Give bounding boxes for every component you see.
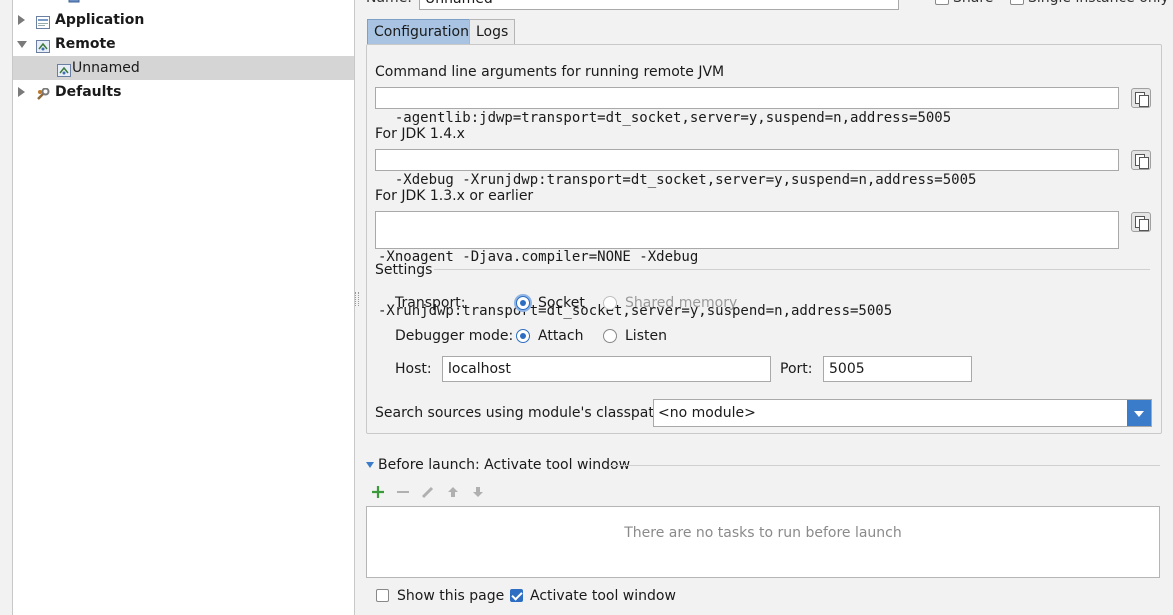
before-launch-task-list[interactable]: There are no tasks to run before launch [366, 506, 1160, 578]
cmd-args-label: Command line arguments for running remot… [375, 64, 725, 80]
tree-item-defaults[interactable]: Defaults [13, 80, 354, 104]
tab-label: Configuration [374, 24, 469, 40]
transport-shared-memory-label: Shared memory [625, 295, 738, 311]
plus-icon [372, 486, 384, 498]
debugger-mode-label: Debugger mode: [395, 328, 514, 344]
transport-socket-radio[interactable] [516, 296, 530, 310]
share-label: Share [953, 0, 993, 8]
add-task-button[interactable] [370, 484, 386, 500]
transport-socket-label: Socket [538, 295, 585, 311]
single-instance-checkbox[interactable] [1010, 0, 1024, 5]
panel-splitter[interactable] [353, 0, 365, 615]
arrow-up-icon [448, 487, 458, 497]
remote-icon [36, 37, 50, 53]
arrow-down-icon [473, 487, 483, 497]
expand-arrow-icon[interactable] [18, 87, 25, 97]
chevron-down-icon[interactable] [1127, 400, 1151, 426]
tab-label: Logs [476, 24, 509, 40]
cmd-args-value: -agentlib:jdwp=transport=dt_socket,serve… [394, 110, 952, 126]
transport-label: Transport: [395, 295, 466, 311]
jdk14-value: -Xdebug -Xrunjdwp:transport=dt_socket,se… [394, 172, 977, 188]
host-value: localhost [448, 361, 511, 377]
tree-item-label: Defaults [55, 84, 122, 100]
settings-title: Settings [375, 262, 433, 278]
single-instance-label: Single instance only [1028, 0, 1169, 8]
move-up-button[interactable] [445, 484, 461, 500]
application-icon [36, 13, 50, 29]
partial-top-icon [68, 0, 82, 3]
before-launch-divider [609, 465, 1160, 466]
pencil-icon [421, 486, 434, 499]
host-label: Host: [395, 361, 432, 377]
move-down-button[interactable] [470, 484, 486, 500]
jdk13-line1: -Xnoagent -Djava.compiler=NONE -Xdebug [378, 249, 699, 265]
splitter-grip-icon[interactable] [355, 292, 359, 306]
remote-config-icon [57, 61, 71, 77]
port-label: Port: [780, 361, 813, 377]
expand-arrow-icon[interactable] [18, 15, 25, 25]
minus-icon [397, 491, 409, 493]
debugger-listen-label: Listen [625, 328, 667, 344]
port-input[interactable]: 5005 [823, 356, 972, 382]
debugger-listen-radio[interactable] [603, 329, 617, 343]
jdk14-field[interactable]: -Xdebug -Xrunjdwp:transport=dt_socket,se… [375, 149, 1119, 188]
debugger-attach-label: Attach [538, 328, 584, 344]
run-config-tree: Application Remote Unnamed Defaults [12, 0, 355, 615]
show-page-label: Show this page [397, 588, 505, 604]
module-classpath-label: Search sources using module's classpath: [375, 405, 668, 421]
collapse-triangle-icon[interactable] [366, 462, 374, 468]
share-checkbox[interactable] [935, 0, 949, 5]
debugger-attach-radio[interactable] [516, 329, 530, 343]
settings-divider [434, 269, 1150, 270]
port-value: 5005 [829, 361, 865, 377]
tab-logs[interactable]: Logs [469, 19, 516, 44]
jdk13-label: For JDK 1.3.x or earlier [375, 188, 534, 204]
name-value: Unnamed [425, 0, 493, 9]
module-value: <no module> [658, 405, 756, 421]
jdk13-field[interactable]: -Xnoagent -Djava.compiler=NONE -Xdebug -… [375, 211, 1119, 319]
activate-tool-window-label: Activate tool window [530, 588, 676, 604]
collapse-arrow-icon[interactable] [17, 41, 27, 48]
transport-shared-memory-radio[interactable] [603, 296, 617, 310]
copy-jdk13-button[interactable] [1131, 212, 1151, 232]
jdk14-label: For JDK 1.4.x [375, 126, 465, 142]
show-page-checkbox[interactable] [376, 589, 389, 602]
cmd-args-field[interactable]: -agentlib:jdwp=transport=dt_socket,serve… [375, 87, 1119, 126]
name-field[interactable]: Unnamed [419, 0, 899, 10]
tree-item-label: Application [55, 12, 145, 28]
module-select[interactable]: <no module> [653, 399, 1152, 427]
tree-item-remote[interactable]: Remote [13, 32, 354, 56]
copy-jdk14-button[interactable] [1131, 150, 1151, 170]
tree-item-application[interactable]: Application [13, 8, 354, 32]
name-label: Name: [366, 0, 412, 8]
before-launch-title[interactable]: Before launch: Activate tool window [378, 455, 630, 475]
wrench-icon [36, 85, 50, 100]
tab-configuration[interactable]: Configuration [367, 19, 476, 44]
tree-item-unnamed[interactable]: Unnamed [13, 56, 354, 80]
tree-item-label: Unnamed [72, 60, 140, 76]
empty-task-message: There are no tasks to run before launch [624, 525, 902, 541]
activate-tool-window-checkbox[interactable] [510, 589, 523, 602]
host-input[interactable]: localhost [442, 356, 771, 382]
tree-item-label: Remote [55, 36, 116, 52]
remove-task-button[interactable] [395, 484, 411, 500]
edit-task-button[interactable] [420, 484, 436, 500]
copy-cmd-args-button[interactable] [1131, 88, 1151, 108]
jdk13-line2: -Xrunjdwp:transport=dt_socket,server=y,s… [378, 303, 893, 319]
